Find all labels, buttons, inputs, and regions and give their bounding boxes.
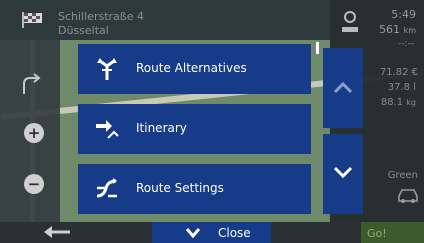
eco-rating: Green	[387, 170, 418, 181]
destination-header[interactable]: Schillerstraße 4 Düsseltal	[0, 0, 330, 40]
menu-item-label: Itinerary	[136, 121, 187, 135]
car-icon	[398, 189, 418, 203]
menu-item-label: Route Alternatives	[136, 61, 247, 75]
menu-item-label: Route Settings	[136, 181, 224, 195]
destination-flag-icon	[22, 12, 42, 28]
menu-item-route-alternatives[interactable]: Route Alternatives	[78, 44, 311, 94]
destination-street: Schillerstraße 4	[58, 10, 144, 23]
fuel-consumption: 37.8 l	[387, 82, 416, 93]
chevron-up-icon	[333, 81, 353, 94]
zoom-out-button[interactable]: −	[24, 174, 44, 194]
back-arrow-icon[interactable]	[30, 224, 84, 240]
close-label: Close	[218, 226, 251, 240]
menu-item-itinerary[interactable]: Itinerary	[78, 104, 311, 154]
go-button[interactable]: Go!	[361, 222, 424, 243]
route-menu: Route Alternatives Itinerary Route Setti…	[74, 40, 321, 222]
zoom-in-button[interactable]: +	[24, 123, 44, 143]
route-alternatives-icon	[97, 58, 117, 80]
route-settings-icon	[96, 178, 117, 198]
close-button[interactable]: Close	[152, 222, 271, 243]
chevron-down-icon	[186, 228, 200, 238]
scroll-up-button[interactable]	[323, 48, 363, 128]
arrival-time: 5:49	[391, 8, 416, 21]
turn-icon	[23, 73, 41, 94]
menu-scrollbar[interactable]	[316, 42, 319, 54]
itinerary-icon	[96, 120, 119, 139]
menu-item-route-settings[interactable]: Route Settings	[78, 164, 311, 214]
remaining-distance: 561 km	[379, 23, 416, 36]
go-label: Go!	[367, 227, 387, 240]
trip-cost: 71.82 €	[379, 67, 418, 78]
chevron-down-icon	[333, 166, 353, 179]
remaining-time: --:--	[397, 39, 414, 49]
scroll-down-button[interactable]	[323, 134, 363, 214]
destination-district: Düsseltal	[58, 24, 109, 37]
co2-weight: 88.1 kg	[380, 97, 416, 108]
gps-status-icon	[342, 11, 358, 32]
